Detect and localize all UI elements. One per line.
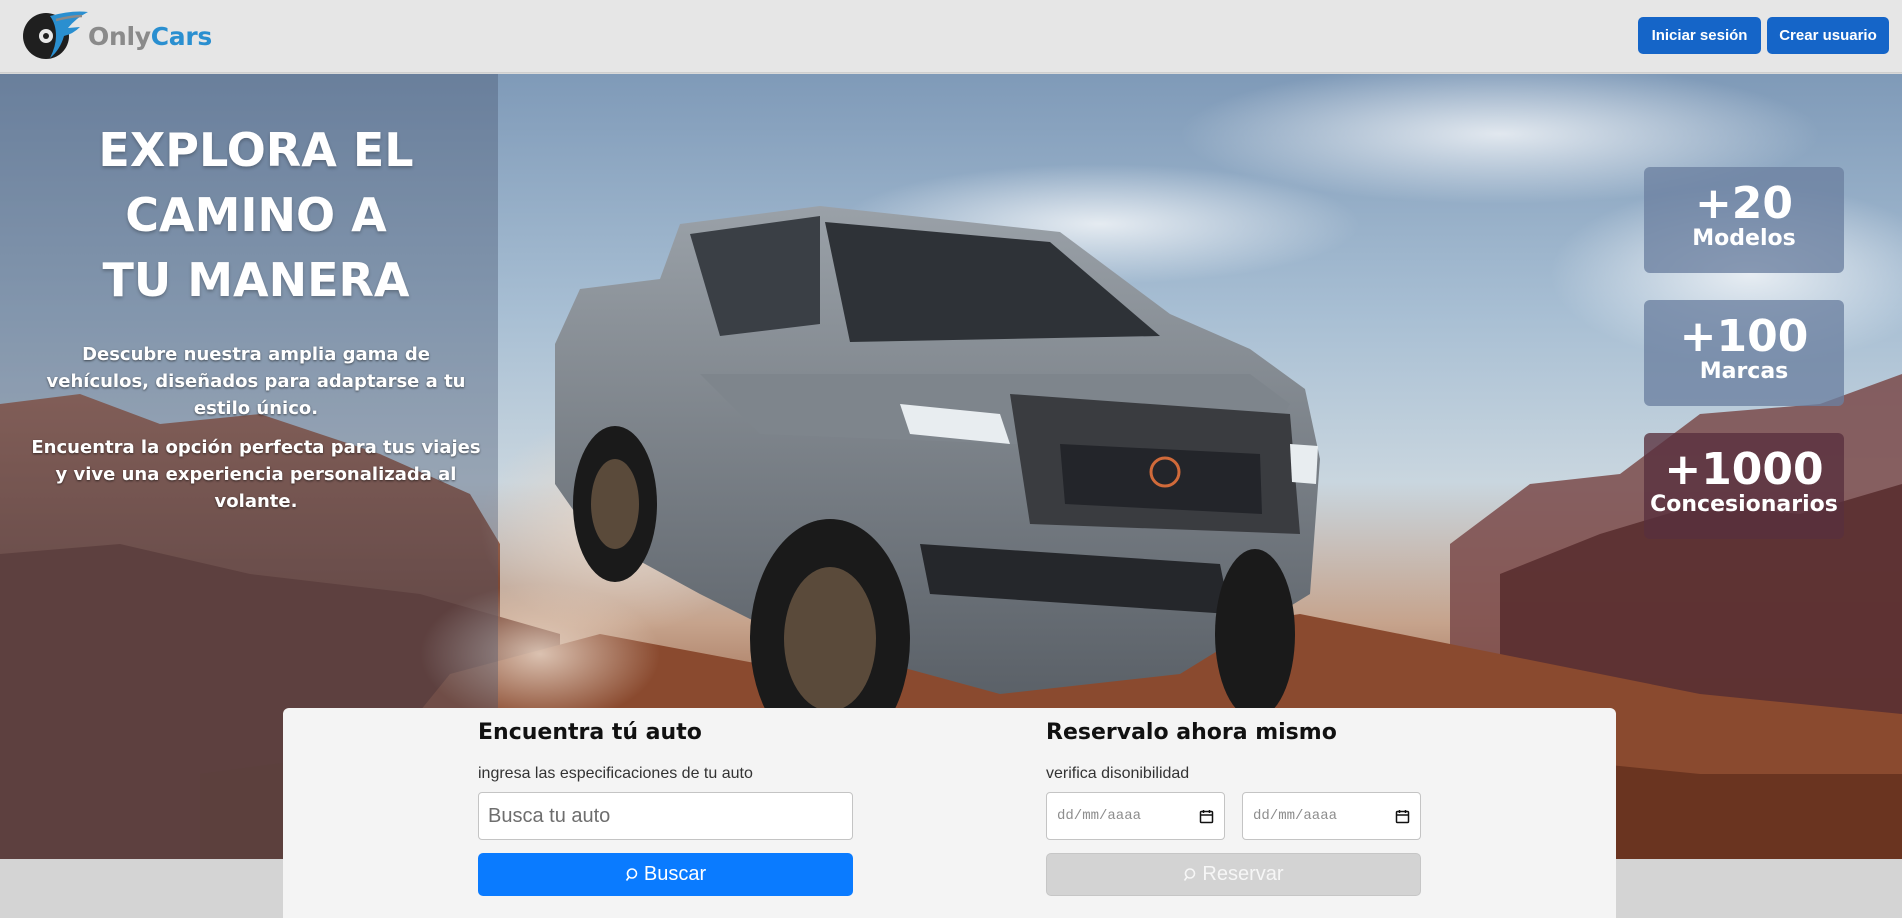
start-date-input[interactable]: dd/mm/aaaa — [1046, 792, 1225, 840]
calendar-icon[interactable] — [1199, 809, 1214, 824]
end-date-input[interactable]: dd/mm/aaaa — [1242, 792, 1421, 840]
reserve-subtitle: verifica disonibilidad — [1046, 765, 1190, 782]
headline-line-1: EXPLORA EL — [98, 123, 414, 177]
hero-description-1: Descubre nuestra amplia gama de vehículo… — [46, 344, 466, 419]
reserve-title: Reservalo ahora mismo — [1046, 720, 1337, 745]
logo-text: OnlyCars — [88, 22, 212, 51]
car-search-input[interactable] — [478, 792, 853, 840]
top-navbar: OnlyCars Iniciar sesión Crear usuario — [0, 0, 1902, 73]
calendar-icon[interactable] — [1395, 809, 1410, 824]
logo-wheel-icon — [20, 10, 90, 62]
logo-text-cars: Cars — [150, 21, 213, 51]
date-placeholder: dd/mm/aaaa — [1253, 808, 1338, 824]
stat-value: +100 — [1679, 311, 1809, 362]
hero-headline: EXPLORA EL CAMINO A TU MANERA — [0, 118, 512, 313]
stat-card-models: +20 Modelos — [1644, 167, 1844, 273]
search-button-label: Buscar — [643, 863, 707, 885]
reserve-button-label: Reservar — [1202, 863, 1284, 885]
date-placeholder: dd/mm/aaaa — [1057, 808, 1142, 824]
login-button[interactable]: Iniciar sesión — [1638, 17, 1761, 54]
stat-value: +1000 — [1664, 444, 1824, 495]
reserve-button[interactable]: Reservar — [1046, 853, 1421, 896]
search-subtitle: ingresa las especificaciones de tu auto — [478, 765, 753, 782]
headline-line-3: TU MANERA — [102, 253, 410, 307]
search-icon — [625, 867, 638, 881]
stat-card-brands: +100 Marcas — [1644, 300, 1844, 406]
headline-line-2: CAMINO A — [125, 188, 387, 242]
search-icon — [1184, 867, 1196, 881]
logo-text-only: Only — [88, 21, 151, 51]
hero-description-2: Encuentra la opción perfecta para tus vi… — [31, 437, 481, 512]
stat-label: Concesionarios — [1650, 492, 1838, 517]
stat-card-dealers: +1000 Concesionarios — [1644, 433, 1844, 539]
search-button[interactable]: Buscar — [478, 853, 853, 896]
stat-label: Marcas — [1699, 359, 1789, 384]
onlycars-logo[interactable]: OnlyCars — [20, 10, 212, 62]
search-title: Encuentra tú auto — [478, 720, 702, 745]
register-button[interactable]: Crear usuario — [1767, 17, 1889, 54]
stat-label: Modelos — [1692, 226, 1796, 251]
search-reserve-card: Encuentra tú auto ingresa las especifica… — [283, 708, 1616, 918]
stat-value: +20 — [1694, 178, 1794, 229]
